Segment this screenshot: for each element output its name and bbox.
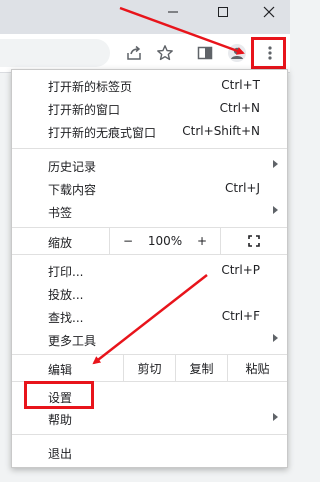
annotation-arrow-to-settings [92,274,208,365]
annotation-arrows [92,6,245,365]
annotation-arrow-to-more [119,6,245,55]
